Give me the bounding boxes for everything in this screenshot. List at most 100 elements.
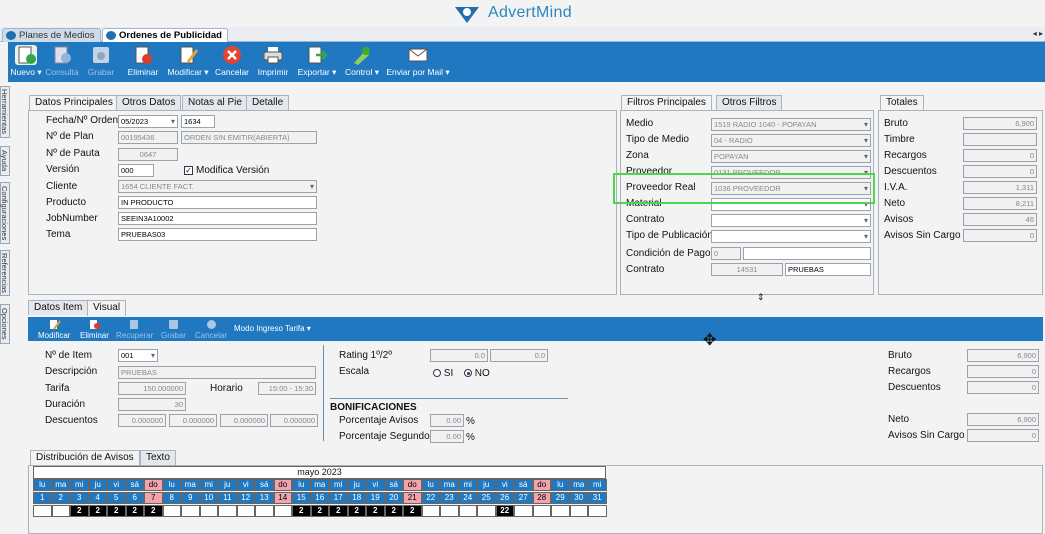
- calendar-count-cell[interactable]: [477, 505, 496, 517]
- calendar-count-cell[interactable]: 2: [144, 505, 163, 517]
- calendar-count-cell[interactable]: 2: [403, 505, 422, 517]
- contrato-select[interactable]: [711, 214, 871, 227]
- calendar-count-cell[interactable]: [181, 505, 200, 517]
- calendar-count-cell[interactable]: 2: [347, 505, 366, 517]
- tab-scroll-arrows[interactable]: ◂ ▸: [1033, 29, 1043, 38]
- descripcion-field[interactable]: PRUEBAS: [118, 366, 316, 379]
- tab-datos-item[interactable]: Datos Item: [28, 300, 89, 315]
- tab-filtros-principales[interactable]: Filtros Principales: [621, 95, 712, 111]
- tab-detalle[interactable]: Detalle: [246, 95, 290, 110]
- calendar-count-cell[interactable]: 2: [384, 505, 403, 517]
- tab-distribucion-avisos[interactable]: Distribución de Avisos: [30, 450, 140, 466]
- calendar-count-cell[interactable]: [532, 505, 551, 517]
- item-grabar-button[interactable]: Grabar: [161, 319, 186, 340]
- calendar-count-cell[interactable]: [236, 505, 255, 517]
- side-tab-configuraciones[interactable]: Configuraciones: [0, 182, 10, 244]
- orden-input[interactable]: 1634: [181, 115, 215, 128]
- condicion-pago-desc[interactable]: [743, 247, 871, 260]
- side-tab-opciones[interactable]: Opciones: [0, 304, 10, 344]
- calendar-count-cell[interactable]: [440, 505, 459, 517]
- porcentaje-avisos-field[interactable]: 0.00: [430, 414, 464, 427]
- porcentaje-segundos-field[interactable]: 0.00: [430, 430, 464, 443]
- calendar-count-cell[interactable]: 2: [366, 505, 385, 517]
- calendar-count-cell[interactable]: [458, 505, 477, 517]
- modificar-button[interactable]: Modificar ▾: [166, 44, 210, 78]
- tab-planes-de-medios[interactable]: Planes de Medios: [2, 28, 101, 42]
- side-tab-referencias[interactable]: Referencias: [0, 250, 10, 296]
- producto-input[interactable]: IN PRODUCTO: [118, 196, 317, 209]
- descuento-2-field[interactable]: 0.000000: [169, 414, 217, 427]
- contrato2-code[interactable]: 14531: [711, 263, 783, 276]
- cliente-select[interactable]: 1654 CLIENTE FACT.: [118, 180, 317, 193]
- zona-select[interactable]: POPAYAN: [711, 150, 871, 163]
- tab-texto[interactable]: Texto: [140, 450, 176, 465]
- tab-datos-principales[interactable]: Datos Principales: [29, 95, 119, 111]
- rating1-field[interactable]: 0.0: [430, 349, 488, 362]
- calendar-count-cell[interactable]: 2: [107, 505, 126, 517]
- fecha-select[interactable]: 05/2023: [118, 115, 178, 128]
- calendar-count-cell[interactable]: [218, 505, 237, 517]
- calendar-count-cell[interactable]: [569, 505, 588, 517]
- nuevo-button[interactable]: Nuevo ▾: [10, 44, 42, 78]
- tab-totales[interactable]: Totales: [880, 95, 924, 111]
- control-button[interactable]: Control ▾: [344, 44, 380, 78]
- duracion-field[interactable]: 30: [118, 398, 186, 411]
- rating2-field[interactable]: 0.0: [490, 349, 548, 362]
- calendar-count-cell[interactable]: [421, 505, 440, 517]
- calendar-count-cell[interactable]: [514, 505, 533, 517]
- calendar-count-cell[interactable]: [588, 505, 607, 517]
- calendar-count-cell[interactable]: [273, 505, 292, 517]
- item-recuperar-button[interactable]: Recuperar: [116, 319, 153, 340]
- calendar-count-cell[interactable]: 2: [329, 505, 348, 517]
- descuento-1-field[interactable]: 0.000000: [118, 414, 166, 427]
- side-tab-herramientas[interactable]: Herramientas: [0, 86, 10, 138]
- escala-si-radio[interactable]: SI: [433, 368, 453, 379]
- calendar-count-cell[interactable]: [551, 505, 570, 517]
- calendar-count-cell[interactable]: [51, 505, 70, 517]
- enviar-por-mail-button[interactable]: Enviar por Mail ▾: [386, 44, 450, 78]
- tab-ordenes-de-publicidad[interactable]: Ordenes de Publicidad: [102, 28, 228, 42]
- splitter-move-icon[interactable]: ⇕: [757, 292, 765, 303]
- item-eliminar-button[interactable]: Eliminar: [80, 319, 109, 340]
- calendar-count-cell[interactable]: [33, 505, 52, 517]
- imprimir-button[interactable]: Imprimir: [256, 44, 290, 77]
- calendar-count-cell[interactable]: [199, 505, 218, 517]
- tab-visual[interactable]: Visual: [87, 300, 127, 316]
- tipo-medio-select[interactable]: 04 - RADIO: [711, 134, 871, 147]
- exportar-button[interactable]: Exportar ▾: [296, 44, 338, 78]
- escala-no-radio[interactable]: NO: [464, 368, 490, 379]
- descuento-4-field[interactable]: 0.000000: [270, 414, 318, 427]
- version-input[interactable]: 000: [118, 164, 154, 177]
- calendar-count-cell[interactable]: 2: [292, 505, 311, 517]
- modifica-version-checkbox[interactable]: ✓: [184, 166, 193, 175]
- horario-field[interactable]: 15:00 - 15:30: [258, 382, 316, 395]
- eliminar-button[interactable]: Eliminar: [126, 44, 160, 77]
- medio-select[interactable]: 1519 RADIO 1040 - POPAYAN: [711, 118, 871, 131]
- calendar-count-cell[interactable]: 2: [70, 505, 89, 517]
- calendar-count-cell[interactable]: [255, 505, 274, 517]
- item-modificar-button[interactable]: Modificar: [38, 319, 70, 340]
- item-cancelar-button[interactable]: Cancelar: [195, 319, 227, 340]
- modo-ingreso-tarifa-dropdown[interactable]: Modo Ingreso Tarifa ▾: [234, 324, 311, 333]
- calendar-count-cell[interactable]: 2: [88, 505, 107, 517]
- calendar-count-cell[interactable]: [162, 505, 181, 517]
- grabar-button[interactable]: Grabar: [86, 44, 116, 77]
- tipo-publicacion-select[interactable]: [711, 230, 871, 243]
- calendar-count-cell[interactable]: 2: [125, 505, 144, 517]
- cancelar-button[interactable]: Cancelar: [214, 44, 250, 77]
- tab-otros-datos[interactable]: Otros Datos: [116, 95, 182, 110]
- tipo-medio-label: Tipo de Medio: [626, 134, 689, 145]
- condicion-pago-code[interactable]: 0: [711, 247, 741, 260]
- calendar-count-cell[interactable]: 2: [310, 505, 329, 517]
- descuento-3-field[interactable]: 0.000000: [220, 414, 268, 427]
- tab-notas-al-pie[interactable]: Notas al Pie: [182, 95, 248, 110]
- side-tab-ayuda[interactable]: Ayuda: [0, 146, 10, 176]
- calendar-count-cell[interactable]: 22: [495, 505, 514, 517]
- jobnumber-input[interactable]: SEEIN3A10002: [118, 212, 317, 225]
- consulta-button[interactable]: Consulta: [44, 44, 80, 77]
- contrato2-desc[interactable]: PRUEBAS: [785, 263, 871, 276]
- tab-otros-filtros[interactable]: Otros Filtros: [716, 95, 783, 110]
- nitem-select[interactable]: 001: [118, 349, 158, 362]
- tarifa-field[interactable]: 150.000000: [118, 382, 186, 395]
- tema-input[interactable]: PRUEBAS03: [118, 228, 317, 241]
